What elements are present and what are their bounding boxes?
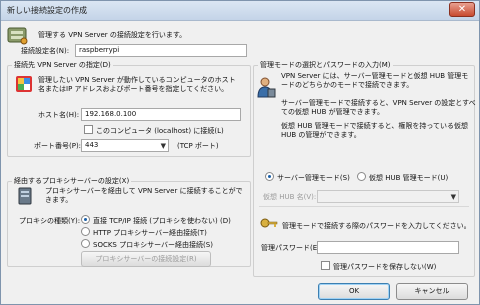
hub-name-select[interactable]: ▼ bbox=[317, 190, 459, 203]
localhost-label[interactable]: このコンピュータ (localhost) に接続(L) bbox=[96, 126, 224, 136]
vpn-server-icon bbox=[16, 76, 32, 92]
hub-mode-radio[interactable] bbox=[357, 172, 366, 181]
mode-group-title: 管理モードの選択とパスワードの入力(M) bbox=[258, 60, 393, 70]
port-select[interactable]: 443 ▼ bbox=[81, 139, 169, 152]
host-input[interactable]: 192.168.0.100 bbox=[81, 108, 241, 121]
save-password-checkbox[interactable] bbox=[321, 261, 330, 270]
port-value: 443 bbox=[85, 141, 99, 149]
proxy-group-title: 経由するプロキシサーバーの設定(X) bbox=[12, 176, 132, 186]
host-label: ホスト名(H): bbox=[38, 111, 80, 119]
chevron-down-icon: ▼ bbox=[450, 193, 456, 201]
password-prompt: 管理モードで接続する際のパスワードを入力してください。 bbox=[282, 222, 471, 230]
close-button[interactable]: ✕ bbox=[449, 2, 475, 17]
destination-description-2: 名またはIP アドレスおよびポート番号を指定してください。 bbox=[38, 85, 229, 93]
proxy-description-2: きます。 bbox=[45, 196, 73, 204]
proxy-direct-radio[interactable] bbox=[81, 215, 90, 224]
proxy-type-label: プロキシの種類(Y): bbox=[19, 217, 81, 225]
header-description: 管理する VPN Server の接続設定を行います。 bbox=[38, 31, 187, 39]
mode-description-2b: ての仮想 HUB が管理できます。 bbox=[281, 108, 384, 116]
dialog-window: 新しい接続設定の作成 ✕ 管理する VPN Server の接続設定を行います。… bbox=[0, 0, 480, 305]
localhost-checkbox[interactable] bbox=[84, 125, 93, 134]
proxy-socks-label[interactable]: SOCKS プロキシサーバー経由接続(S) bbox=[93, 240, 213, 250]
password-label: 管理パスワード(E): bbox=[261, 244, 323, 252]
connection-name-input[interactable]: raspberrypi bbox=[75, 44, 247, 57]
key-icon bbox=[260, 218, 278, 228]
chevron-down-icon: ▼ bbox=[160, 142, 166, 150]
server-settings-icon bbox=[7, 27, 28, 45]
proxy-settings-button[interactable]: プロキシサーバーの接続設定(R) bbox=[81, 251, 211, 267]
port-suffix: (TCP ポート) bbox=[177, 142, 219, 150]
proxy-description-1: プロキシサーバーを経由して VPN Server に接続することがで bbox=[45, 187, 243, 195]
admin-user-icon bbox=[257, 77, 276, 98]
proxy-server-icon bbox=[18, 187, 32, 205]
mode-description-1b: ードのどちらかのモードで接続できます。 bbox=[281, 81, 414, 89]
proxy-http-label[interactable]: HTTP プロキシサーバー経由接続(T) bbox=[93, 228, 207, 238]
hub-mode-label[interactable]: 仮想 HUB 管理モード(U) bbox=[369, 173, 448, 183]
password-input[interactable] bbox=[317, 241, 459, 254]
proxy-http-radio[interactable] bbox=[81, 227, 90, 236]
hub-name-label: 仮想 HUB 名(V): bbox=[263, 193, 317, 201]
server-mode-radio[interactable] bbox=[265, 172, 274, 181]
connection-name-label: 接続設定名(N): bbox=[21, 47, 70, 55]
cancel-button[interactable]: キャンセル bbox=[396, 283, 468, 300]
destination-group-title: 接続先 VPN Server の指定(D) bbox=[12, 60, 113, 70]
save-password-label[interactable]: 管理パスワードを保存しない(W) bbox=[333, 262, 436, 272]
window-title: 新しい接続設定の作成 bbox=[7, 6, 87, 15]
server-mode-label[interactable]: サーバー管理モード(S) bbox=[277, 173, 350, 183]
title-bar[interactable]: 新しい接続設定の作成 ✕ bbox=[1, 1, 479, 21]
ok-button[interactable]: OK bbox=[318, 283, 390, 300]
mode-description-3b: HUB の管理ができます。 bbox=[281, 131, 361, 139]
port-label: ポート番号(P): bbox=[34, 142, 82, 150]
divider bbox=[259, 206, 469, 207]
proxy-socks-radio[interactable] bbox=[81, 239, 90, 248]
proxy-direct-label[interactable]: 直接 TCP/IP 接続 (プロキシを使わない) (D) bbox=[93, 216, 231, 226]
